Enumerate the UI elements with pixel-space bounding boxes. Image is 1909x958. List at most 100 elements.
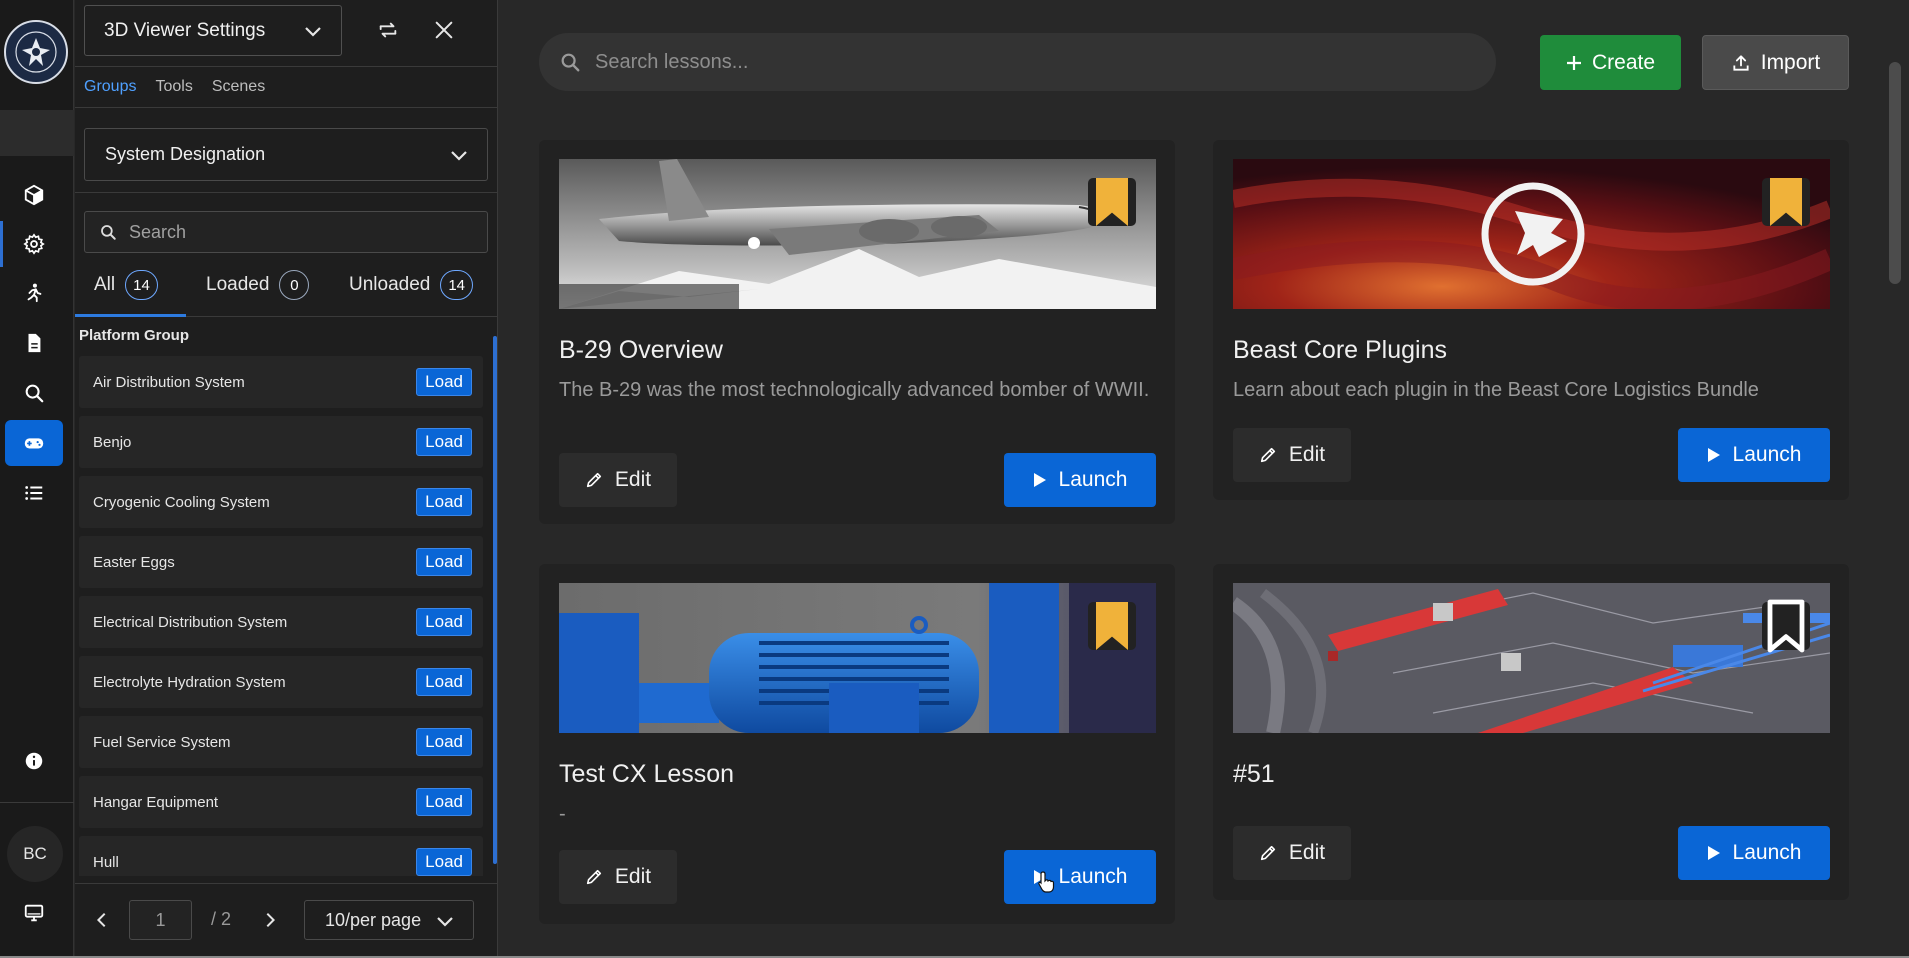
play-icon [1707,448,1720,462]
cube-icon[interactable] [5,172,63,218]
play-icon [1033,473,1046,487]
list-header: Platform Group [79,327,190,344]
bookmark-icon [1096,178,1128,226]
info-icon[interactable] [5,738,63,784]
lesson-thumbnail-51 [1233,583,1830,733]
lesson-title: Beast Core Plugins [1233,336,1448,364]
pencil-icon [1260,845,1276,861]
monitor-icon[interactable] [5,890,63,936]
avatar[interactable]: BC [7,826,63,882]
pagination: / 2 10/per page [75,883,498,958]
bookmark-toggle[interactable] [1762,178,1810,226]
plus-icon [1566,55,1581,70]
search-icon [561,53,580,72]
launch-lesson-button[interactable]: Launch [1678,428,1830,482]
pencil-icon [586,869,602,885]
lesson-search-input[interactable] [595,50,1455,74]
list-item-name: Fuel Service System [93,733,231,751]
filter-all-count: 14 [125,270,158,300]
group-search-input[interactable] [129,221,469,243]
load-button[interactable]: Load [416,728,472,756]
load-button[interactable]: Load [416,848,472,876]
load-button[interactable]: Load [416,368,472,396]
chevron-down-icon [451,151,467,161]
search-icon[interactable] [5,370,63,416]
load-button[interactable]: Load [416,488,472,516]
bookmark-toggle[interactable] [1762,599,1810,653]
tab-scenes[interactable]: Scenes [212,78,265,102]
filter-all[interactable]: All 14 [94,270,158,300]
edit-lesson-button[interactable]: Edit [559,850,677,904]
launch-lesson-button[interactable]: Launch [1004,453,1156,507]
list-item: Benjo Load [79,416,483,468]
list-item-name: Electrolyte Hydration System [93,673,286,691]
load-button[interactable]: Load [416,548,472,576]
lesson-card: B-29 Overview The B-29 was the most tech… [539,140,1175,524]
list-item-name: Easter Eggs [93,553,175,571]
main-scrollbar[interactable] [1889,62,1901,284]
lesson-title: #51 [1233,760,1275,788]
edit-lesson-button[interactable]: Edit [1233,428,1351,482]
lesson-card: Test CX Lesson - Edit Launch [539,564,1175,924]
filter-unloaded-label: Unloaded [349,274,431,295]
load-button[interactable]: Load [416,608,472,636]
page-number-input[interactable] [129,900,192,940]
lesson-description: - [559,803,566,825]
walker-icon[interactable] [5,270,63,316]
filter-loaded[interactable]: Loaded 0 [206,270,310,300]
filter-loaded-label: Loaded [206,274,270,295]
tab-groups[interactable]: Groups [84,78,136,102]
gear-icon[interactable] [5,221,63,267]
bookmark-toggle[interactable] [1088,602,1136,650]
filter-unloaded-count: 14 [440,270,474,300]
launch-lesson-button[interactable]: Launch [1004,850,1156,904]
close-panel-button[interactable] [424,10,464,50]
launch-lesson-button[interactable]: Launch [1678,826,1830,880]
refresh-button[interactable] [368,10,408,50]
gamepad-icon[interactable] [5,420,63,466]
list-icon[interactable] [5,470,63,516]
filter-loaded-count: 0 [279,270,310,300]
create-button[interactable]: Create [1540,35,1681,90]
chevron-down-icon [437,917,453,927]
load-button[interactable]: Load [416,428,472,456]
mouse-cursor-icon [1038,871,1055,893]
list-item-name: Air Distribution System [93,373,245,391]
group-divider [75,192,498,193]
list-item: Easter Eggs Load [79,536,483,588]
lesson-thumbnail-beast-core [1233,159,1830,309]
filter-unloaded[interactable]: Unloaded 14 [349,270,474,300]
edit-lesson-button[interactable]: Edit [559,453,677,507]
import-button[interactable]: Import [1702,35,1849,90]
app-logo[interactable] [4,20,68,84]
load-button[interactable]: Load [416,668,472,696]
list-item-name: Cryogenic Cooling System [93,493,270,511]
import-label: Import [1760,50,1821,74]
group-by-select[interactable]: System Designation [84,128,488,181]
group-list: Air Distribution System Load Benjo Load … [79,356,483,876]
list-item: Hull Load [79,836,483,876]
page-size-select[interactable]: 10/per page [304,900,474,940]
tab-tools[interactable]: Tools [155,78,192,102]
document-icon[interactable] [5,320,63,366]
viewer-settings-select[interactable]: 3D Viewer Settings [84,5,342,56]
upload-icon [1733,54,1749,71]
lesson-title: Test CX Lesson [559,760,735,788]
pencil-icon [586,472,602,488]
launch-label: Launch [1732,841,1802,864]
list-scrollbar[interactable] [493,336,497,864]
lessons-main: Create Import [499,0,1909,958]
list-item-name: Benjo [93,433,132,451]
bookmark-toggle[interactable] [1088,178,1136,226]
icon-rail: BC [0,0,74,958]
settings-panel: 3D Viewer Settings Groups Tools Scenes S… [75,0,498,958]
load-button[interactable]: Load [416,788,472,816]
edit-lesson-button[interactable]: Edit [1233,826,1351,880]
next-page-button[interactable] [256,906,284,934]
lesson-description: The B-29 was the most technologically ad… [559,379,1150,401]
edit-label: Edit [1288,443,1326,466]
prev-page-button[interactable] [88,906,116,934]
chevron-down-icon [305,27,321,37]
list-item: Electrical Distribution System Load [79,596,483,648]
bookmark-outline-icon [1767,599,1805,653]
